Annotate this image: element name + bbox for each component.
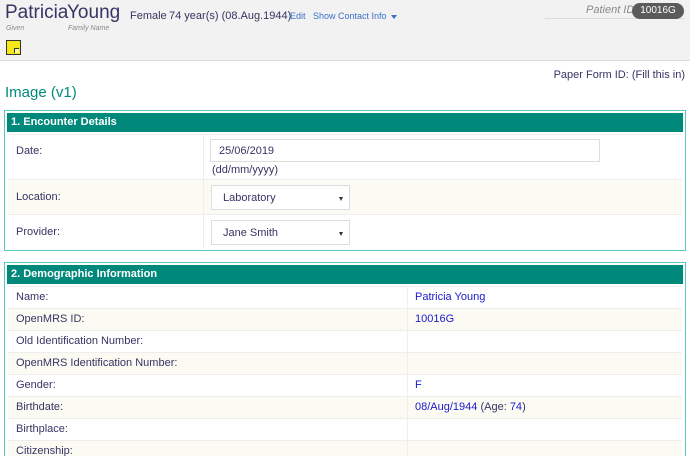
citizenship-label: Citizenship: [16, 445, 73, 456]
date-row: Date: 25/06/2019 (dd/mm/yyyy) [8, 134, 682, 179]
openmrs-id-value: 10016G [415, 313, 455, 325]
patient-header: Patricia Young Given Family Name Female … [0, 0, 690, 61]
patient-gender: Female [130, 10, 167, 22]
paper-form-id: Paper Form ID: (Fill this in) [553, 69, 685, 81]
age-prefix: (Age: [480, 401, 507, 413]
form-title: Image (v1) [5, 84, 77, 101]
show-contact-info-label: Show Contact Info [313, 11, 387, 21]
encounter-details-section: 1. Encounter Details Date: 25/06/2019 (d… [4, 110, 686, 251]
provider-row: Provider: Jane Smith [8, 214, 682, 249]
location-selected-value: Laboratory [223, 192, 276, 204]
table-row: Gender: F [8, 374, 682, 396]
openmrs-id-label: OpenMRS ID: [16, 313, 85, 325]
chevron-down-icon [339, 232, 343, 236]
table-row: Birthdate: 08/Aug/1944 (Age: 74) [8, 396, 682, 418]
location-select[interactable]: Laboratory [211, 185, 350, 210]
demographic-information-section: 2. Demographic Information Name: Patrici… [4, 262, 686, 456]
show-contact-info-link[interactable]: Show Contact Info [313, 11, 397, 21]
gender-label: Gender: [16, 379, 56, 391]
provider-label: Provider: [16, 226, 61, 238]
family-name-caption: Family Name [68, 25, 110, 32]
table-row: Birthplace: [8, 418, 682, 440]
patient-id-label: Patient ID [586, 4, 635, 16]
patient-id-box: Patient ID 10016G [545, 3, 684, 19]
provider-selected-value: Jane Smith [223, 227, 279, 239]
date-input[interactable]: 25/06/2019 [210, 139, 600, 162]
chevron-down-icon [339, 197, 343, 201]
openmrs-identification-number-label: OpenMRS Identification Number: [16, 357, 178, 369]
table-row: OpenMRS Identification Number: [8, 352, 682, 374]
provider-select[interactable]: Jane Smith [211, 220, 350, 245]
table-row: Citizenship: [8, 440, 682, 456]
old-identification-number-label: Old Identification Number: [16, 335, 144, 347]
name-label: Name: [16, 291, 49, 303]
birthdate-label: Birthdate: [16, 401, 64, 413]
birthdate-value: 08/Aug/1944 (Age: 74) [415, 401, 526, 413]
location-label: Location: [16, 191, 61, 203]
patient-age: 74 year(s) (08.Aug.1944) [169, 10, 292, 22]
date-format-hint: (dd/mm/yyyy) [212, 164, 278, 176]
age-suffix: ) [522, 401, 526, 413]
table-row: OpenMRS ID: 10016G [8, 308, 682, 330]
patient-id-badge: 10016G [632, 3, 684, 19]
sticky-note-icon[interactable] [6, 40, 21, 55]
patient-family-name: Young [67, 2, 121, 23]
date-label: Date: [16, 145, 43, 157]
table-row: Old Identification Number: [8, 330, 682, 352]
given-name-caption: Given [6, 25, 25, 32]
name-value: Patricia Young [415, 291, 486, 303]
table-row: Name: Patricia Young [8, 286, 682, 308]
patient-given-name: Patricia [5, 2, 69, 23]
demographic-information-header: 2. Demographic Information [7, 265, 683, 284]
birthplace-label: Birthplace: [16, 423, 68, 435]
caret-down-icon [390, 14, 397, 19]
age-value: 74 [509, 401, 523, 413]
gender-value: F [415, 379, 422, 391]
birthdate-date: 08/Aug/1944 [415, 401, 478, 413]
encounter-details-header: 1. Encounter Details [7, 113, 683, 132]
edit-patient-link[interactable]: Edit [290, 11, 306, 21]
location-row: Location: Laboratory [8, 179, 682, 214]
